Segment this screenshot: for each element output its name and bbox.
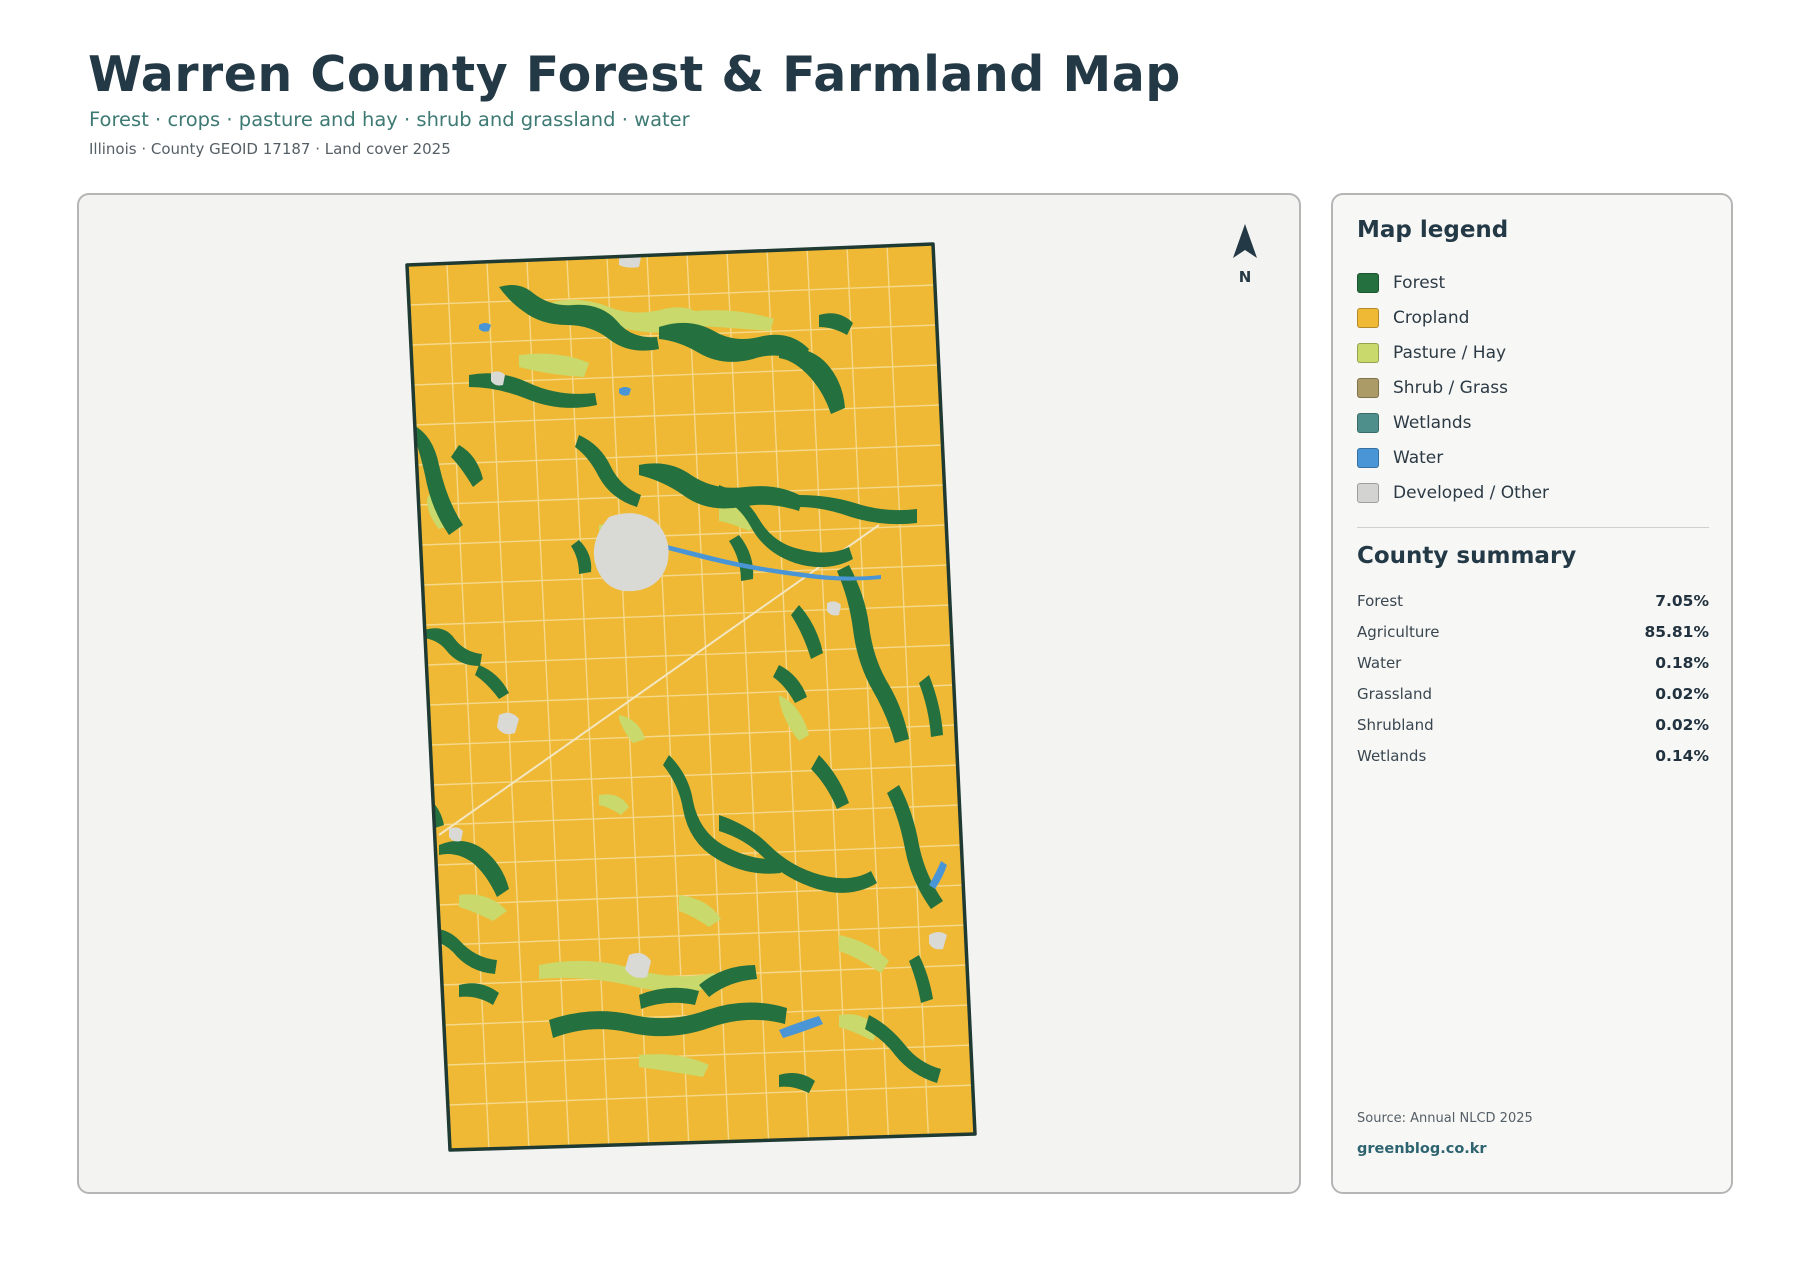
page-subtitle: Forest · crops · pasture and hay · shrub…: [89, 108, 690, 131]
map-panel[interactable]: [77, 193, 1301, 1194]
legend-item-pasture: Pasture / Hay: [1357, 335, 1549, 370]
summary-value: 7.05%: [1655, 591, 1709, 610]
page-title: Warren County Forest & Farmland Map: [88, 46, 1181, 103]
source-note: Source: Annual NLCD 2025: [1357, 1111, 1533, 1126]
legend-panel: Map legend Forest Cropland Pasture / Hay…: [1331, 193, 1733, 1194]
cropland-swatch: [1357, 307, 1379, 328]
panel-divider: [1357, 527, 1709, 528]
water-swatch: [1357, 447, 1379, 468]
forest-swatch: [1357, 272, 1379, 293]
north-arrow-icon: [1233, 224, 1257, 258]
legend-label: Shrub / Grass: [1393, 377, 1508, 398]
legend-label: Water: [1393, 447, 1444, 468]
legend-label: Developed / Other: [1393, 482, 1550, 503]
summary-value: 85.81%: [1644, 622, 1709, 641]
summary-label: Wetlands: [1357, 746, 1427, 765]
legend-item-cropland: Cropland: [1357, 300, 1549, 335]
page-meta: Illinois · County GEOID 17187 · Land cov…: [89, 140, 451, 158]
summary-row-agriculture: Agriculture 85.81%: [1357, 616, 1709, 647]
legend-item-developed: Developed / Other: [1357, 475, 1549, 510]
summary-title: County summary: [1357, 543, 1577, 569]
legend-list: Forest Cropland Pasture / Hay Shrub / Gr…: [1357, 265, 1549, 510]
legend-label: Forest: [1393, 272, 1446, 293]
legend-item-water: Water: [1357, 440, 1549, 475]
summary-value: 0.02%: [1655, 684, 1709, 703]
pasture-swatch: [1357, 342, 1379, 363]
summary-row-forest: Forest 7.05%: [1357, 585, 1709, 616]
developed-swatch: [1357, 482, 1379, 503]
summary-table: Forest 7.05% Agriculture 85.81% Water 0.…: [1357, 585, 1709, 771]
shrub-swatch: [1357, 377, 1379, 398]
legend-label: Pasture / Hay: [1393, 342, 1507, 363]
summary-value: 0.14%: [1655, 746, 1709, 765]
summary-row-wetlands: Wetlands 0.14%: [1357, 740, 1709, 771]
north-arrow: N: [1228, 222, 1262, 286]
legend-label: Wetlands: [1393, 412, 1472, 433]
site-credit[interactable]: greenblog.co.kr: [1357, 1141, 1487, 1157]
summary-value: 0.02%: [1655, 715, 1709, 734]
summary-row-shrubland: Shrubland 0.02%: [1357, 709, 1709, 740]
legend-item-forest: Forest: [1357, 265, 1549, 300]
county-map[interactable]: [79, 195, 1301, 1194]
summary-row-grassland: Grassland 0.02%: [1357, 678, 1709, 709]
summary-label: Shrubland: [1357, 715, 1434, 734]
wetlands-swatch: [1357, 412, 1379, 433]
summary-value: 0.18%: [1655, 653, 1709, 672]
north-label: N: [1238, 268, 1252, 286]
summary-row-water: Water 0.18%: [1357, 647, 1709, 678]
legend-label: Cropland: [1393, 307, 1470, 328]
summary-label: Forest: [1357, 591, 1404, 610]
summary-label: Grassland: [1357, 684, 1432, 703]
legend-item-wetlands: Wetlands: [1357, 405, 1549, 440]
legend-item-shrub: Shrub / Grass: [1357, 370, 1549, 405]
summary-label: Water: [1357, 653, 1402, 672]
legend-title: Map legend: [1357, 217, 1509, 243]
summary-label: Agriculture: [1357, 622, 1440, 641]
